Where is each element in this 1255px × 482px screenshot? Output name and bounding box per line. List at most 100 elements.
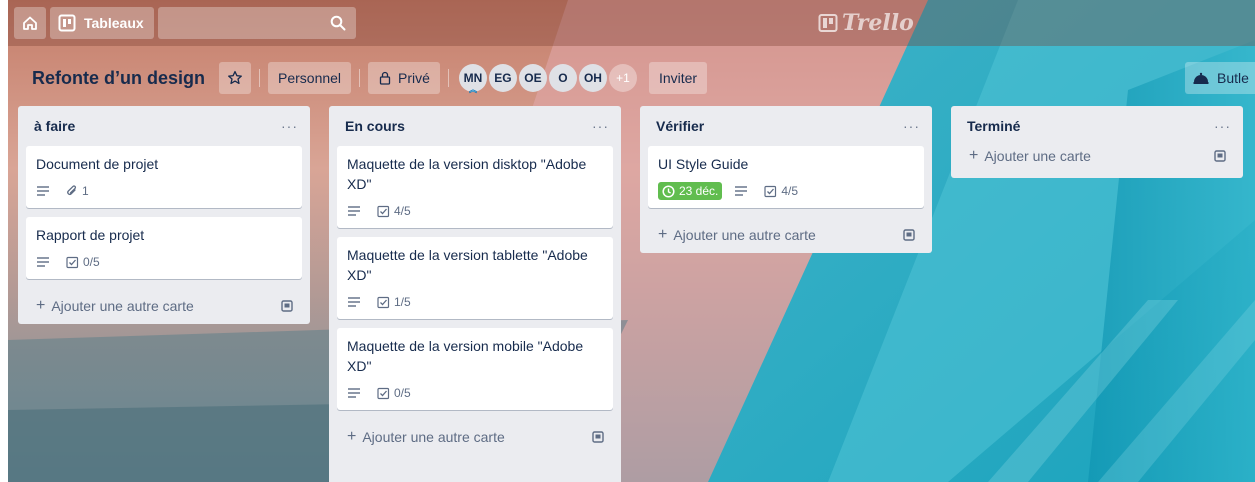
description-badge xyxy=(734,185,752,197)
card-badges: 0/5 xyxy=(36,251,292,273)
description-badge xyxy=(347,205,365,217)
team-visibility-button[interactable]: Personnel xyxy=(268,62,352,94)
search-input[interactable] xyxy=(157,7,356,39)
butler-button[interactable]: Butle xyxy=(1185,62,1255,94)
card[interactable]: Maquette de la version mobile "Adobe XD"… xyxy=(337,328,613,410)
list-header[interactable]: à faire ··· xyxy=(26,106,302,146)
checklist-badge: 0/5 xyxy=(377,386,411,400)
card-title: UI Style Guide xyxy=(658,156,749,172)
clock-icon xyxy=(662,184,675,198)
boards-label: Tableaux xyxy=(84,15,144,31)
card-template-icon[interactable] xyxy=(1213,149,1227,163)
board-title[interactable]: Refonte d’un design xyxy=(32,68,205,89)
lock-icon xyxy=(378,71,392,85)
list-header[interactable]: En cours ··· xyxy=(337,106,613,146)
divider xyxy=(259,69,260,87)
checklist-count: 1/5 xyxy=(394,295,411,309)
checklist-icon xyxy=(764,185,777,198)
boards-button[interactable]: Tableaux xyxy=(50,7,154,39)
checklist-badge: 4/5 xyxy=(377,204,411,218)
due-date-badge[interactable]: 23 déc. xyxy=(658,182,723,200)
add-card-button[interactable]: + Ajouter une autre carte xyxy=(648,217,924,253)
boards-icon xyxy=(58,14,76,32)
description-icon xyxy=(347,296,361,308)
list-menu-button[interactable]: ··· xyxy=(592,118,609,134)
invite-label: Inviter xyxy=(658,70,698,86)
list-menu-button[interactable]: ··· xyxy=(903,118,920,134)
member-avatar[interactable]: EG xyxy=(488,64,517,92)
admin-chevron-icon: ︽ xyxy=(468,85,477,94)
checklist-icon xyxy=(377,296,390,309)
attachment-count: 1 xyxy=(82,184,89,198)
member-avatar[interactable]: OE xyxy=(518,64,547,92)
checklist-badge: 4/5 xyxy=(764,184,798,198)
checklist-count: 4/5 xyxy=(781,184,799,198)
add-card-button[interactable]: + Ajouter une carte xyxy=(959,138,1235,174)
card[interactable]: Rapport de projet 0/5 xyxy=(26,217,302,279)
list-title[interactable]: à faire xyxy=(34,118,75,134)
card-template-icon[interactable] xyxy=(902,228,916,242)
checklist-count: 0/5 xyxy=(83,255,100,269)
member-avatar[interactable]: O xyxy=(548,64,577,92)
description-icon xyxy=(36,256,50,268)
card-title: Maquette de la version mobile "Adobe XD" xyxy=(347,338,584,374)
divider xyxy=(359,69,361,87)
butler-icon xyxy=(1193,71,1209,85)
trello-logo[interactable]: Trello xyxy=(818,10,914,36)
add-card-label: Ajouter une autre carte xyxy=(673,227,816,243)
card-title: Maquette de la version disktop "Adobe XD… xyxy=(347,156,587,192)
checklist-badge: 1/5 xyxy=(377,295,411,309)
description-badge xyxy=(36,256,54,268)
star-button[interactable] xyxy=(219,62,251,94)
checklist-count: 4/5 xyxy=(394,204,411,218)
card-template-icon[interactable] xyxy=(280,299,294,313)
checklist-count: 0/5 xyxy=(394,386,411,400)
description-icon xyxy=(36,185,50,197)
card-badges: 4/5 xyxy=(347,200,603,222)
attachment-badge: 1 xyxy=(66,184,89,198)
board-header: Refonte d’un design Personnel Privé MN ︽ … xyxy=(8,56,1255,100)
divider xyxy=(447,69,449,87)
list-menu-button[interactable]: ··· xyxy=(281,118,298,134)
list-title[interactable]: Terminé xyxy=(967,118,1020,134)
card-badges: 0/5 xyxy=(347,382,603,404)
card[interactable]: Maquette de la version disktop "Adobe XD… xyxy=(337,146,613,228)
member-avatar[interactable]: MN ︽ xyxy=(458,64,487,94)
star-icon xyxy=(227,70,243,86)
plus-icon: + xyxy=(658,226,668,243)
member-avatar[interactable]: OH xyxy=(578,64,607,92)
list-title[interactable]: En cours xyxy=(345,118,405,134)
more-members-button[interactable]: +1 xyxy=(608,64,637,92)
description-badge xyxy=(347,387,365,399)
card[interactable]: Maquette de la version tablette "Adobe X… xyxy=(337,237,613,319)
card-badges: 1/5 xyxy=(347,291,603,313)
top-header: Tableaux Trello xyxy=(8,0,1255,46)
card-badges: 23 déc. 4/5 xyxy=(658,180,914,202)
list-a-faire: à faire ··· Document de projet 1 Rapport… xyxy=(18,106,310,324)
add-card-button[interactable]: + Ajouter une autre carte xyxy=(26,288,302,324)
add-card-label: Ajouter une autre carte xyxy=(51,298,194,314)
card-template-icon[interactable] xyxy=(591,430,605,444)
butler-label: Butle xyxy=(1217,70,1249,86)
plus-icon: + xyxy=(36,297,46,314)
description-badge xyxy=(36,185,54,197)
invite-button[interactable]: Inviter xyxy=(648,62,708,94)
card-title: Maquette de la version tablette "Adobe X… xyxy=(347,247,588,283)
card-title: Rapport de projet xyxy=(36,227,145,243)
card-badges: 1 xyxy=(36,180,292,202)
search-icon xyxy=(330,15,346,31)
home-button[interactable] xyxy=(14,7,46,39)
add-card-button[interactable]: + Ajouter une autre carte xyxy=(337,419,613,455)
card[interactable]: UI Style Guide 23 déc. 4/5 xyxy=(648,146,924,208)
visibility-label: Privé xyxy=(398,70,430,86)
checklist-icon xyxy=(377,205,390,218)
list-header[interactable]: Vérifier ··· xyxy=(648,106,924,146)
trello-logo-text: Trello xyxy=(842,10,914,36)
checklist-badge: 0/5 xyxy=(66,255,100,269)
plus-icon: + xyxy=(969,147,979,164)
list-title[interactable]: Vérifier xyxy=(656,118,704,134)
description-icon xyxy=(734,185,748,197)
list-menu-button[interactable]: ··· xyxy=(1214,118,1231,134)
card[interactable]: Document de projet 1 xyxy=(26,146,302,208)
visibility-button[interactable]: Privé xyxy=(368,62,440,94)
